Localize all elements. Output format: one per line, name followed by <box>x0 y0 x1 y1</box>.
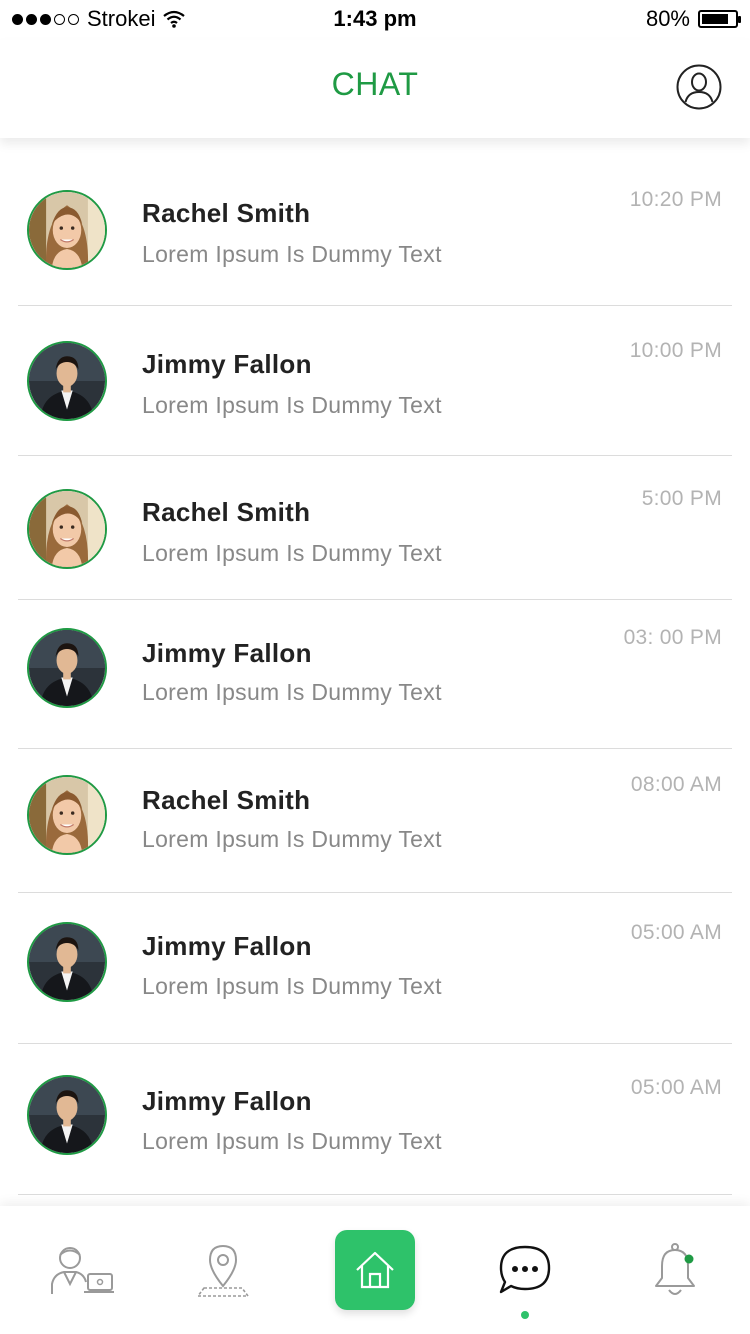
status-bar: Strokei 1:43 pm 80% <box>0 0 750 40</box>
chat-timestamp: 05:00 AM <box>630 1076 722 1099</box>
app-header: CHAT <box>0 40 750 138</box>
chat-message-preview: Lorem Ipsum Is Dummy Text <box>142 392 442 418</box>
chat-timestamp: 5:00 PM <box>641 487 722 510</box>
page-title: CHAT <box>331 66 419 102</box>
active-tab-indicator <box>521 1311 529 1319</box>
avatar[interactable] <box>27 341 107 421</box>
chat-bubble-icon <box>499 1245 551 1294</box>
chat-timestamp: 03: 00 PM <box>623 626 722 649</box>
location-pin-icon <box>196 1244 250 1297</box>
home-icon <box>356 1251 394 1289</box>
chat-timestamp: 10:20 PM <box>629 188 722 211</box>
tab-location[interactable] <box>150 1206 300 1334</box>
chat-contact-name: Jimmy Fallon <box>142 638 312 668</box>
avatar[interactable] <box>27 628 107 708</box>
tab-bar <box>0 1206 750 1334</box>
avatar[interactable] <box>27 190 107 270</box>
profile-button[interactable] <box>676 64 722 110</box>
battery-percent: 80% <box>645 6 690 31</box>
chat-message-preview: Lorem Ipsum Is Dummy Text <box>142 1128 442 1154</box>
chat-contact-name: Jimmy Fallon <box>142 1086 312 1116</box>
avatar[interactable] <box>27 489 107 569</box>
chat-contact-name: Rachel Smith <box>142 785 311 815</box>
profile-laptop-icon <box>51 1247 114 1294</box>
chat-contact-name: Jimmy Fallon <box>142 349 312 379</box>
chat-message-preview: Lorem Ipsum Is Dummy Text <box>142 679 442 705</box>
chat-list-item[interactable]: Jimmy Fallon Lorem Ipsum Is Dummy Text 05:… <box>18 1043 732 1195</box>
chat-list-item[interactable]: Rachel Smith Lorem Ipsum Is Dummy Text 08:… <box>18 748 732 893</box>
chat-contact-name: Rachel Smith <box>142 198 311 228</box>
chat-timestamp: 08:00 AM <box>630 773 722 796</box>
chat-list-item[interactable]: Rachel Smith Lorem Ipsum Is Dummy Text 5:0… <box>18 455 732 600</box>
chat-contact-name: Rachel Smith <box>142 497 311 527</box>
home-button[interactable] <box>335 1230 415 1310</box>
avatar[interactable] <box>27 922 107 1002</box>
chat-list-item[interactable]: Jimmy Fallon Lorem Ipsum Is Dummy Text 10:… <box>18 305 732 456</box>
user-circle-icon <box>676 64 722 110</box>
chat-timestamp: 05:00 AM <box>630 921 722 944</box>
chat-list-item[interactable]: Jimmy Fallon Lorem Ipsum Is Dummy Text 05:… <box>18 892 732 1044</box>
chat-timestamp: 10:00 PM <box>629 339 722 362</box>
battery-icon <box>698 10 741 28</box>
chat-message-preview: Lorem Ipsum Is Dummy Text <box>142 826 442 852</box>
status-time: 1:43 pm <box>333 6 417 31</box>
tab-notifications[interactable] <box>600 1206 750 1334</box>
avatar[interactable] <box>27 1075 107 1155</box>
chat-contact-name: Jimmy Fallon <box>142 931 312 961</box>
avatar[interactable] <box>27 775 107 855</box>
chat-list-item[interactable]: Jimmy Fallon Lorem Ipsum Is Dummy Text 03:… <box>18 599 732 749</box>
tab-profile[interactable] <box>6 1206 156 1334</box>
bell-icon <box>655 1243 695 1295</box>
chat-message-preview: Lorem Ipsum Is Dummy Text <box>142 973 442 999</box>
chat-message-preview: Lorem Ipsum Is Dummy Text <box>142 540 442 566</box>
chat-list-item[interactable]: Rachel Smith Lorem Ipsum Is Dummy Text 10:… <box>18 150 732 306</box>
chat-message-preview: Lorem Ipsum Is Dummy Text <box>142 241 442 267</box>
status-right: 80% <box>645 6 741 32</box>
